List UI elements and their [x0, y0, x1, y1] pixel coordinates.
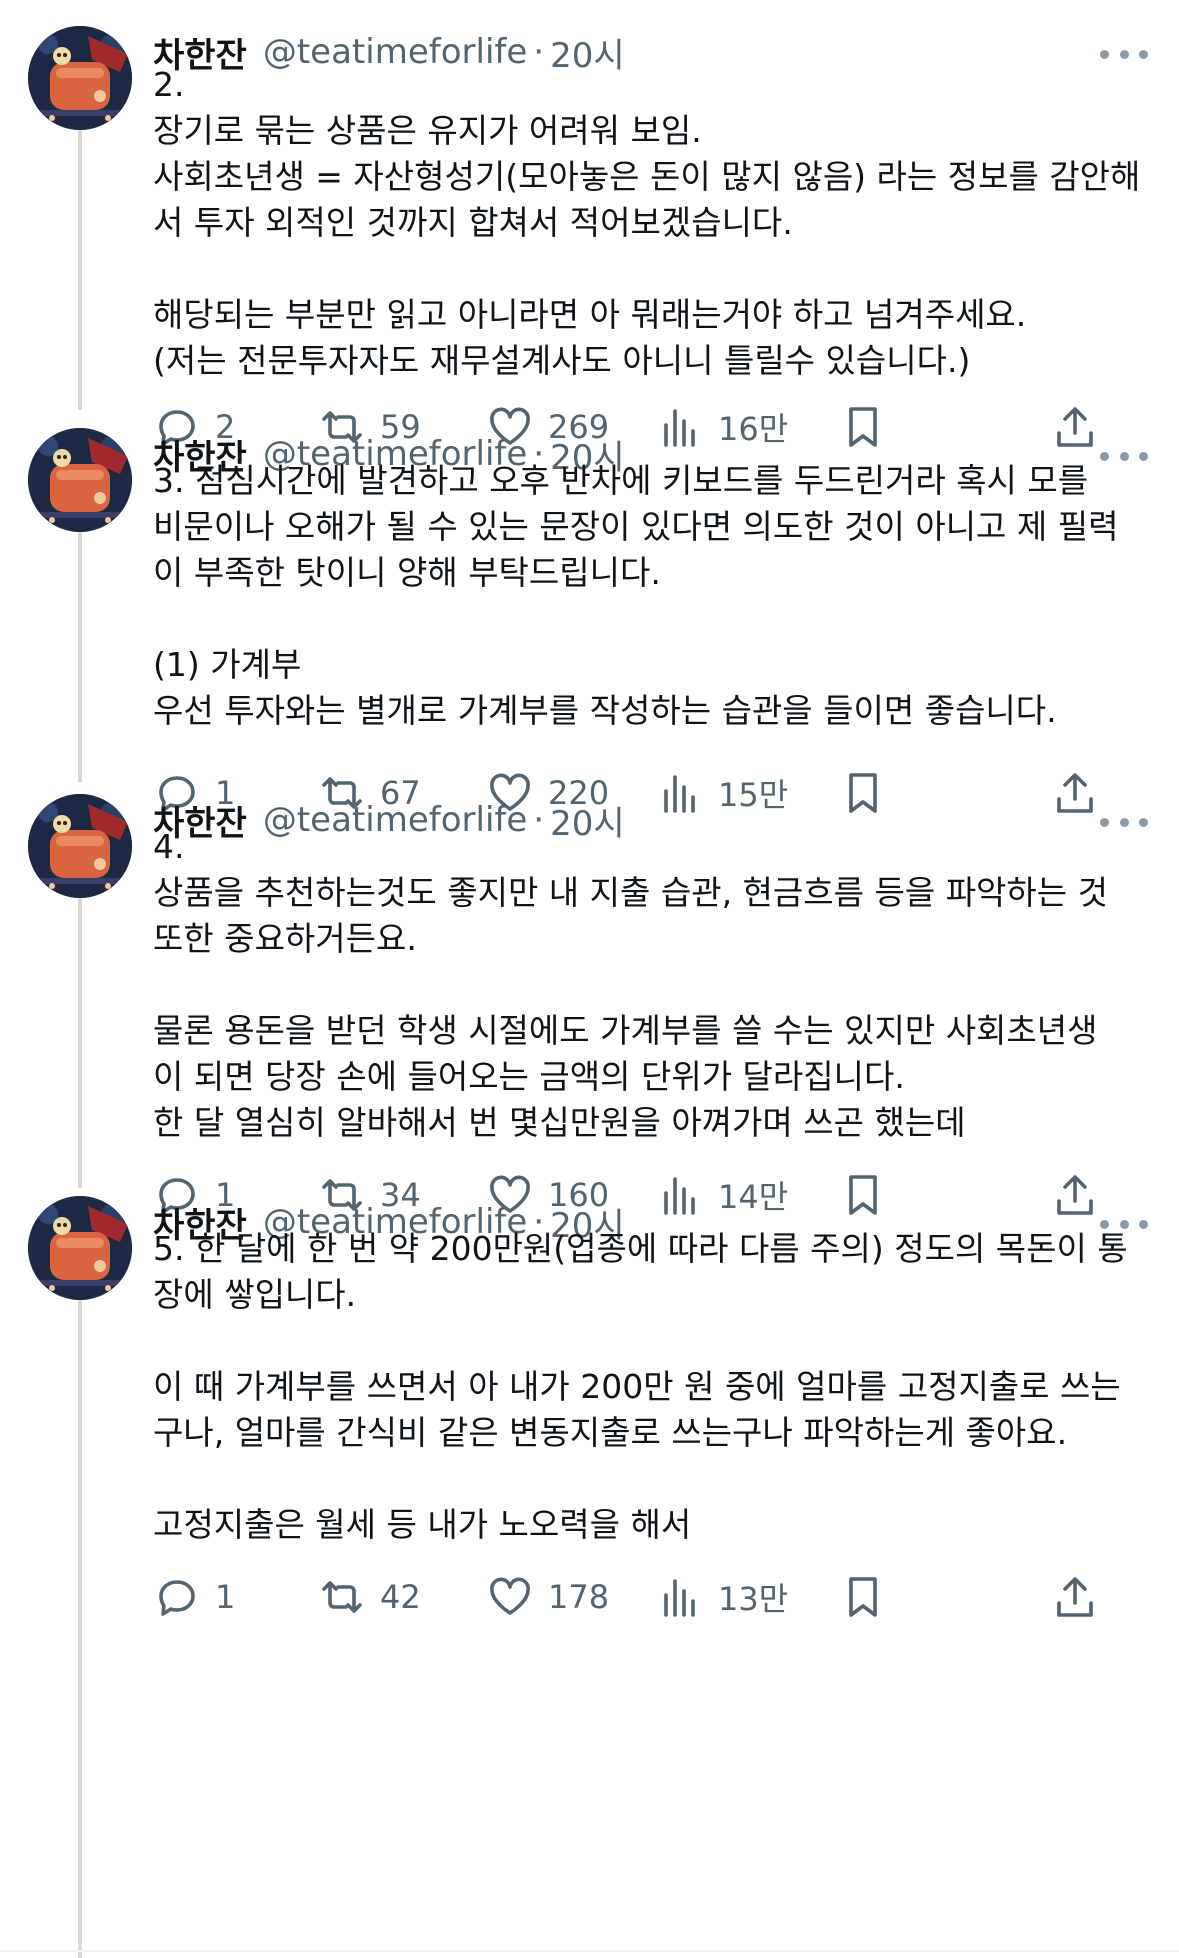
bar-chart-icon	[664, 409, 695, 447]
tweet-line: 2.	[153, 65, 185, 104]
tweet-line: 또한 중요하거든요.	[153, 919, 417, 958]
divider	[0, 1950, 1179, 1952]
speech-bubble-icon	[159, 1580, 195, 1616]
bar-chart-icon	[664, 775, 695, 813]
bookmark-button[interactable]	[839, 1569, 887, 1625]
bookmark-icon	[849, 773, 877, 813]
tweet-line: (저는 전문투자자도 재무설계사도 아니니 틀릴수 있습니다.)	[153, 341, 971, 380]
tweet-line: 장에 쌓입니다.	[153, 1275, 357, 1314]
tweet-line: 이 부족한 탓이니 양해 부탁드립니다.	[153, 553, 661, 592]
views-count: 16만	[718, 410, 789, 448]
bookmark-button[interactable]	[839, 399, 887, 455]
tweet-line: 장기로 묶는 상품은 유지가 어려워 보임.	[153, 111, 702, 150]
share-button[interactable]	[1051, 1167, 1099, 1223]
views-button[interactable]: 15만	[656, 765, 788, 821]
views-button[interactable]: 14만	[656, 1167, 788, 1223]
bookmark-icon	[849, 1577, 877, 1617]
tweet-line: 4.	[153, 827, 185, 866]
thread-line	[78, 520, 82, 782]
bookmark-icon	[849, 407, 877, 447]
share-icon	[1057, 773, 1093, 813]
share-button[interactable]	[1051, 399, 1099, 455]
tweet-line: 고정지출은 월세 등 내가 노오력을 해서	[153, 1505, 692, 1544]
tweet-line: (1) 가계부	[153, 645, 302, 684]
views-count: 14만	[718, 1178, 789, 1216]
retweet-icon	[322, 1581, 362, 1613]
avatar[interactable]	[28, 26, 132, 130]
tweet-line: 이 때 가계부를 쓰면서 아 내가 200만 원 중에 얼마를 고정지출로 쓰는	[153, 1367, 1121, 1406]
bookmark-button[interactable]	[839, 765, 887, 821]
reply-count: 1	[215, 1578, 236, 1616]
thread-line	[78, 1288, 82, 1958]
share-button[interactable]	[1051, 1569, 1099, 1625]
retweet-button[interactable]: 42	[318, 1569, 421, 1625]
avatar[interactable]	[28, 428, 132, 532]
bookmark-icon	[849, 1175, 877, 1215]
tweet-line: 3. 점심시간에 발견하고 오후 반차에 키보드를 두드린거라 혹시 모를	[153, 461, 1089, 500]
tweet-line: 한 달 열심히 알바해서 번 몇십만원을 아껴가며 쓰곤 했는데	[153, 1103, 966, 1142]
share-icon	[1057, 407, 1093, 447]
tweet-line: 비문이나 오해가 될 수 있는 문장이 있다면 의도한 것이 아니고 제 필력	[153, 507, 1119, 546]
tweet-text: 3. 점심시간에 발견하고 오후 반차에 키보드를 두드린거라 혹시 모를 비문…	[153, 458, 1153, 734]
share-icon	[1057, 1175, 1093, 1215]
avatar[interactable]	[28, 1196, 132, 1300]
reply-button[interactable]: 1	[153, 1569, 235, 1625]
share-icon	[1057, 1577, 1093, 1617]
retweet-count: 42	[380, 1578, 421, 1616]
like-button[interactable]: 178	[486, 1569, 609, 1625]
tweet-line: 해당되는 부분만 읽고 아니라면 아 뭐래는거야 하고 넘겨주세요.	[153, 295, 1027, 334]
views-button[interactable]: 16만	[656, 399, 788, 455]
heart-icon	[490, 1577, 530, 1615]
tweet-line: 물론 용돈을 받던 학생 시절에도 가계부를 쓸 수는 있지만 사회초년생	[153, 1011, 1098, 1050]
tweet-text: 4. 상품을 추천하는것도 좋지만 내 지출 습관, 현금흐름 등을 파악하는 …	[153, 824, 1153, 1146]
bookmark-button[interactable]	[839, 1167, 887, 1223]
more-dots-icon[interactable]	[1100, 44, 1148, 64]
like-count: 178	[548, 1578, 610, 1616]
tweet-line: 상품을 추천하는것도 좋지만 내 지출 습관, 현금흐름 등을 파악하는 것	[153, 873, 1108, 912]
tweet-line: 5. 한 달에 한 번 약 200만원(업종에 따라 다름 주의) 정도의 목돈…	[153, 1229, 1128, 1268]
thread-line	[78, 114, 82, 410]
tweet-line: 사회초년생 = 자산형성기(모아놓은 돈이 많지 않음) 라는 정보를 감안해	[153, 157, 1141, 196]
views-count: 15만	[718, 776, 789, 814]
tweet-line: 우선 투자와는 별개로 가계부를 작성하는 습관을 들이면 좋습니다.	[153, 691, 1057, 730]
views-button[interactable]: 13만	[656, 1569, 788, 1625]
avatar[interactable]	[28, 794, 132, 898]
bar-chart-icon	[664, 1579, 695, 1617]
thread-line	[78, 886, 82, 1188]
tweet-line: 서 투자 외적인 것까지 합쳐서 적어보겠습니다.	[153, 203, 793, 242]
tweet-line: 구나, 얼마를 간식비 같은 변동지출로 쓰는구나 파악하는게 좋아요.	[153, 1413, 1068, 1452]
bar-chart-icon	[664, 1177, 695, 1215]
tweet-text: 2. 장기로 묶는 상품은 유지가 어려워 보임. 사회초년생 = 자산형성기(…	[153, 62, 1153, 384]
tweet-line: 이 되면 당장 손에 들어오는 금액의 단위가 달라집니다.	[153, 1057, 905, 1096]
share-button[interactable]	[1051, 765, 1099, 821]
views-count: 13만	[718, 1580, 789, 1618]
action-bar: 1 42 178 13만	[153, 1569, 1153, 1625]
tweet-text: 5. 한 달에 한 번 약 200만원(업종에 따라 다름 주의) 정도의 목돈…	[153, 1226, 1153, 1548]
